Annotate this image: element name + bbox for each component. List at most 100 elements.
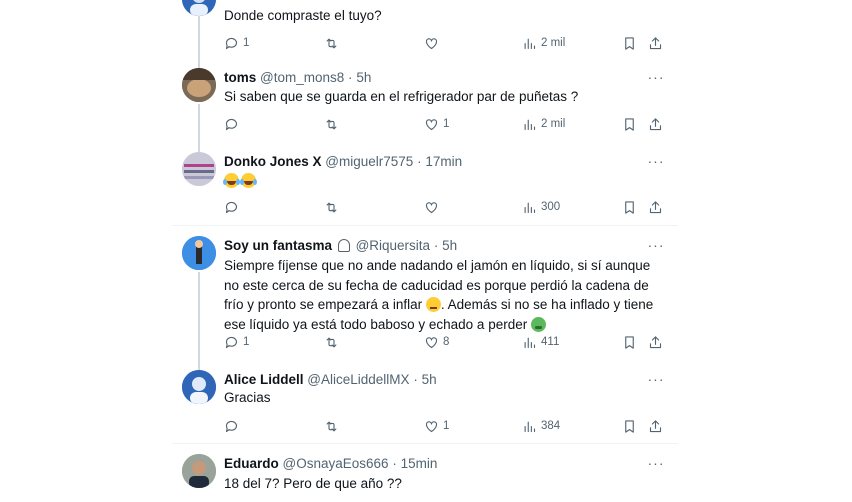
avatar[interactable] bbox=[182, 454, 216, 488]
timestamp[interactable]: 5h bbox=[422, 372, 437, 387]
tweet-header: toms @tom_mons8 · 5h bbox=[224, 69, 371, 87]
display-name[interactable]: toms bbox=[224, 70, 256, 85]
reply-button[interactable] bbox=[224, 114, 239, 134]
views-button[interactable]: 2 mil bbox=[522, 114, 565, 134]
like-button[interactable]: 1 bbox=[424, 416, 449, 436]
views-count: 2 mil bbox=[541, 118, 566, 130]
tweet-actions: 1 2 mil bbox=[224, 114, 664, 134]
display-name[interactable]: Eduardo bbox=[224, 456, 279, 471]
separator-dot: · bbox=[348, 70, 353, 85]
timestamp[interactable]: 15min bbox=[401, 456, 438, 471]
avatar[interactable] bbox=[182, 236, 216, 270]
tweet[interactable]: Eduardo @OsnayaEos666 · 15min ··· 18 del… bbox=[172, 444, 678, 502]
avatar[interactable] bbox=[182, 370, 216, 404]
user-handle[interactable]: @OsnayaEos666 bbox=[283, 456, 389, 471]
bookmark-button[interactable] bbox=[622, 332, 637, 352]
retweet-button[interactable] bbox=[324, 416, 339, 436]
tweet[interactable]: Donko Jones X @miguelr7575 · 17min ··· 3… bbox=[172, 140, 678, 226]
like-count: 8 bbox=[443, 336, 450, 348]
bookmark-icon bbox=[625, 335, 634, 349]
views-count: 300 bbox=[541, 201, 561, 213]
reply-count: 1 bbox=[243, 336, 250, 348]
reply-button[interactable]: 1 bbox=[224, 33, 249, 53]
retweet-button[interactable] bbox=[324, 197, 339, 217]
avatar[interactable] bbox=[182, 0, 216, 16]
ghost-emoji-icon bbox=[337, 239, 350, 252]
tweet-header: Soy un fantasma @Riquersita · 5h bbox=[224, 237, 457, 255]
bookmark-button[interactable] bbox=[622, 416, 637, 436]
thread-line bbox=[198, 140, 200, 152]
reply-button[interactable] bbox=[224, 416, 239, 436]
display-name[interactable]: Donko Jones X bbox=[224, 154, 322, 169]
views-count: 384 bbox=[541, 420, 561, 432]
bookmark-button[interactable] bbox=[622, 114, 637, 134]
share-button[interactable] bbox=[648, 114, 663, 134]
retweet-icon bbox=[326, 202, 337, 212]
more-options-button[interactable]: ··· bbox=[646, 154, 666, 170]
avatar[interactable] bbox=[182, 152, 216, 186]
user-handle[interactable]: @miguelr7575 bbox=[325, 154, 413, 169]
views-icon bbox=[524, 337, 536, 348]
bookmark-icon bbox=[625, 419, 634, 433]
bookmark-button[interactable] bbox=[622, 33, 637, 53]
tweet[interactable]: Alice Liddell @AliceLiddellMX · 5h ··· G… bbox=[172, 360, 678, 444]
views-count: 411 bbox=[541, 336, 560, 348]
views-button[interactable]: 2 mil bbox=[522, 33, 565, 53]
reply-count: 1 bbox=[243, 37, 250, 49]
bookmark-button[interactable] bbox=[622, 197, 637, 217]
views-button[interactable]: 300 bbox=[522, 197, 560, 217]
share-button[interactable] bbox=[648, 197, 663, 217]
retweet-icon bbox=[326, 337, 337, 347]
share-button[interactable] bbox=[648, 33, 663, 53]
retweet-button[interactable] bbox=[324, 114, 339, 134]
timestamp[interactable]: 5h bbox=[356, 70, 371, 85]
retweet-icon bbox=[326, 119, 337, 129]
laughing-tears-emoji-icon bbox=[240, 173, 256, 188]
heart-icon bbox=[425, 118, 438, 130]
tweet-header: Eduardo @OsnayaEos666 · 15min bbox=[224, 455, 437, 473]
more-options-button[interactable]: ··· bbox=[646, 238, 666, 254]
tweet-text: Gracias bbox=[224, 390, 271, 405]
timestamp[interactable]: 17min bbox=[425, 154, 462, 169]
views-button[interactable]: 411 bbox=[522, 332, 559, 352]
more-options-button[interactable]: ··· bbox=[646, 372, 666, 388]
heart-icon bbox=[425, 201, 438, 213]
separator-dot: · bbox=[433, 238, 439, 253]
more-options-button[interactable]: ··· bbox=[646, 70, 666, 86]
views-button[interactable]: 384 bbox=[522, 416, 560, 436]
like-button[interactable] bbox=[424, 197, 439, 217]
tweet-text: Si saben que se guarda en el refrigerado… bbox=[224, 89, 579, 104]
user-handle[interactable]: @AliceLiddellMX bbox=[307, 372, 409, 387]
avatar[interactable] bbox=[182, 68, 216, 102]
user-handle[interactable]: @Riquersita bbox=[356, 238, 430, 253]
retweet-button[interactable] bbox=[324, 33, 339, 53]
tweet[interactable]: toms @tom_mons8 · 5h ··· Si saben que se… bbox=[172, 56, 678, 140]
share-icon bbox=[649, 200, 662, 213]
more-options-button[interactable]: ··· bbox=[646, 456, 666, 472]
share-icon bbox=[649, 335, 662, 348]
reply-icon bbox=[225, 37, 238, 49]
heart-icon bbox=[425, 336, 438, 348]
user-handle[interactable]: @tom_mons8 bbox=[260, 70, 344, 85]
tweet-text: Siempre fíjense que no ande nadando el j… bbox=[224, 256, 664, 334]
replies-timeline: Donde compraste el tuyo? 1 2 mil toms @t… bbox=[172, 0, 678, 502]
like-button[interactable]: 8 bbox=[424, 332, 449, 352]
tweet[interactable]: Donde compraste el tuyo? 1 2 mil bbox=[172, 0, 678, 56]
timestamp[interactable]: 5h bbox=[442, 238, 457, 253]
reply-button[interactable]: 1 bbox=[224, 332, 249, 352]
reply-button[interactable] bbox=[224, 197, 239, 217]
retweet-button[interactable] bbox=[324, 332, 339, 352]
separator-dot: · bbox=[392, 456, 397, 471]
like-button[interactable]: 1 bbox=[424, 114, 449, 134]
share-button[interactable] bbox=[648, 332, 663, 352]
share-icon bbox=[649, 36, 662, 49]
tweet-actions: 1 384 bbox=[224, 416, 664, 436]
display-name[interactable]: Soy un fantasma bbox=[224, 238, 332, 253]
share-button[interactable] bbox=[648, 416, 663, 436]
views-icon bbox=[524, 38, 536, 49]
display-name[interactable]: Alice Liddell bbox=[224, 372, 304, 387]
tweet[interactable]: Soy un fantasma @Riquersita · 5h ··· Sie… bbox=[172, 226, 678, 360]
tweet-text bbox=[223, 171, 664, 190]
thread-line bbox=[198, 16, 200, 56]
like-button[interactable] bbox=[424, 33, 439, 53]
